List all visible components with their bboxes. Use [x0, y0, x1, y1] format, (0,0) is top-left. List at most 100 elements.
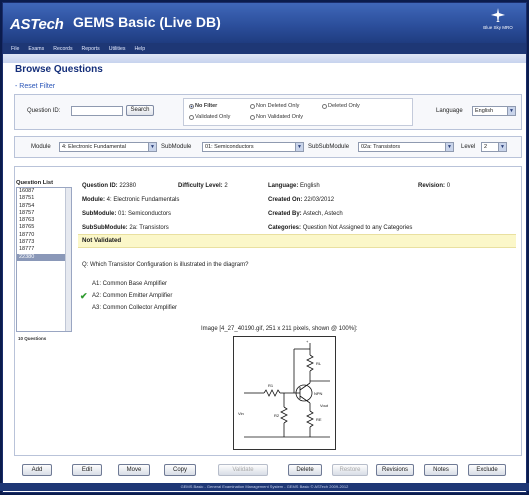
- reset-filter-link[interactable]: - Reset Filter: [15, 83, 55, 90]
- search-button[interactable]: Search: [126, 105, 154, 116]
- detail-created-on: Created On: 22/03/2012: [268, 197, 335, 203]
- list-item[interactable]: 18751: [17, 195, 71, 202]
- answer-2: A2: Common Emitter Amplifier: [92, 293, 173, 299]
- diagram-re-label: RE: [316, 417, 322, 422]
- action-button-bar: Add Edit Move Copy Validate Delete Resto…: [14, 464, 522, 478]
- blue-sky-mro-logo: Blue Sky MRO: [478, 7, 518, 39]
- detail-difficulty: Difficulty Level: 2: [178, 183, 228, 189]
- diagram-r1-label: R1: [268, 383, 274, 388]
- correct-check-icon: ✔: [80, 291, 88, 301]
- submodule-select[interactable]: 01: Semiconductors ▼: [202, 142, 304, 152]
- chevron-down-icon: ▼: [507, 107, 515, 115]
- module-filter-row: Module 4: Electronic Fundamental ▼ SubMo…: [14, 136, 522, 158]
- subsubmodule-select[interactable]: 02a: Transistors ▼: [358, 142, 454, 152]
- restore-button[interactable]: Restore: [332, 464, 368, 476]
- validate-button[interactable]: Validate: [218, 464, 268, 476]
- footer: GEMS Basic - General Examination Managem…: [0, 483, 529, 491]
- common-emitter-circuit-icon: + RL R1 NPN R2 RE Vin Vout: [238, 339, 330, 438]
- radio-dot-icon: [250, 114, 255, 120]
- exclude-button[interactable]: Exclude: [468, 464, 506, 476]
- list-item[interactable]: 18773: [17, 239, 71, 246]
- language-label: Language: [436, 108, 463, 114]
- detail-module: Module: 4: Electronic Fundamentals: [82, 197, 180, 203]
- radio-non-validated-only[interactable]: Non Validated Only: [250, 114, 303, 120]
- radio-dot-icon: [322, 103, 327, 109]
- detail-categories: Categories: Question Not Assigned to any…: [268, 225, 413, 231]
- diagram-npn-label: NPN: [314, 391, 323, 396]
- filter-panel: Question ID: Search No Filter Non Delete…: [14, 94, 522, 130]
- module-select[interactable]: 4: Electronic Fundamental ▼: [59, 142, 157, 152]
- radio-validated-only[interactable]: Validated Only: [189, 114, 230, 120]
- list-item[interactable]: 18763: [17, 217, 71, 224]
- chevron-down-icon: ▼: [498, 143, 506, 151]
- chevron-down-icon: ▼: [295, 143, 303, 151]
- submodule-select-value: 01: Semiconductors: [205, 144, 254, 150]
- menu-reports[interactable]: Reports: [82, 46, 100, 52]
- list-item[interactable]: 16087: [17, 188, 71, 195]
- detail-subsubmodule: SubSubModule: 2a: Transistors: [82, 225, 169, 231]
- diagram-supply-label: +: [306, 339, 309, 344]
- level-label: Level: [461, 144, 476, 150]
- page-title: Browse Questions: [15, 64, 103, 75]
- delete-button[interactable]: Delete: [288, 464, 322, 476]
- menu-file[interactable]: File: [11, 46, 19, 52]
- module-label: Module: [31, 144, 51, 150]
- menu-exams[interactable]: Exams: [28, 46, 44, 52]
- astech-logo: ASTech: [10, 16, 64, 33]
- list-item[interactable]: 18777: [17, 246, 71, 253]
- list-item[interactable]: 18770: [17, 232, 71, 239]
- question-count: 10 Questions: [18, 336, 47, 341]
- menu-bar: File Exams Records Reports Utilities Hel…: [3, 43, 526, 54]
- detail-submodule: SubModule: 01: Semiconductors: [82, 211, 172, 217]
- menu-utilities[interactable]: Utilities: [109, 46, 126, 52]
- app-title: GEMS Basic (Live DB): [73, 14, 221, 30]
- language-select[interactable]: English ▼: [472, 106, 516, 116]
- menu-help[interactable]: Help: [134, 46, 145, 52]
- copy-button[interactable]: Copy: [164, 464, 196, 476]
- move-button[interactable]: Move: [118, 464, 150, 476]
- list-scrollbar[interactable]: [65, 188, 71, 331]
- notes-button[interactable]: Notes: [424, 464, 458, 476]
- edit-button[interactable]: Edit: [72, 464, 102, 476]
- app-header: ASTech GEMS Basic (Live DB) Blue Sky MRO: [3, 3, 526, 43]
- list-item[interactable]: 18754: [17, 203, 71, 210]
- radio-deleted-only[interactable]: Deleted Only: [322, 103, 360, 109]
- circuit-diagram: + RL R1 NPN R2 RE Vin Vout: [233, 336, 336, 450]
- radio-no-filter[interactable]: No Filter: [189, 103, 217, 109]
- revisions-button[interactable]: Revisions: [376, 464, 414, 476]
- diagram-r2-label: R2: [274, 413, 280, 418]
- image-caption: Image [4_27_40190.gif, 251 x 211 pixels,…: [201, 326, 358, 332]
- subsubmodule-select-value: 02a: Transistors: [361, 144, 401, 150]
- chevron-down-icon: ▼: [148, 143, 156, 151]
- question-list-title: Question List: [16, 180, 54, 186]
- menu-records[interactable]: Records: [53, 46, 72, 52]
- level-select[interactable]: 2 ▼: [481, 142, 507, 152]
- module-select-value: 4: Electronic Fundamental: [62, 144, 126, 150]
- list-item[interactable]: 18757: [17, 210, 71, 217]
- answer-3: A3: Common Collector Amplifier: [92, 305, 178, 311]
- radio-dot-icon: [250, 103, 255, 109]
- subsubmodule-label: SubSubModule: [308, 144, 350, 150]
- diagram-rl-label: RL: [316, 361, 322, 366]
- question-id-input[interactable]: [71, 106, 123, 116]
- question-id-label: Question ID:: [27, 108, 61, 114]
- radio-dot-icon: [189, 114, 194, 120]
- list-item-selected[interactable]: 22380: [17, 253, 71, 261]
- level-select-value: 2: [484, 144, 488, 150]
- list-item[interactable]: 18765: [17, 224, 71, 231]
- detail-created-by: Created By: Astech, Astech: [268, 211, 343, 217]
- diagram-vout-label: Vout: [320, 403, 329, 408]
- sub-bar: [3, 54, 526, 63]
- radio-non-deleted-only[interactable]: Non Deleted Only: [250, 103, 299, 109]
- radio-dot-icon: [189, 103, 194, 109]
- question-text: Q: Which Transistor Configuration is ill…: [82, 262, 249, 268]
- question-list[interactable]: 16087 18751 18754 18757 18763 18765 1877…: [16, 187, 72, 332]
- language-select-value: English: [475, 108, 494, 114]
- detail-revision: Revision: 0: [418, 183, 451, 189]
- detail-question-id: Question ID: 22380: [82, 183, 137, 189]
- diagram-vin-label: Vin: [238, 411, 244, 416]
- chevron-down-icon: ▼: [445, 143, 453, 151]
- plane-icon: [491, 8, 505, 22]
- partner-logo-text: Blue Sky MRO: [483, 25, 513, 30]
- add-button[interactable]: Add: [22, 464, 52, 476]
